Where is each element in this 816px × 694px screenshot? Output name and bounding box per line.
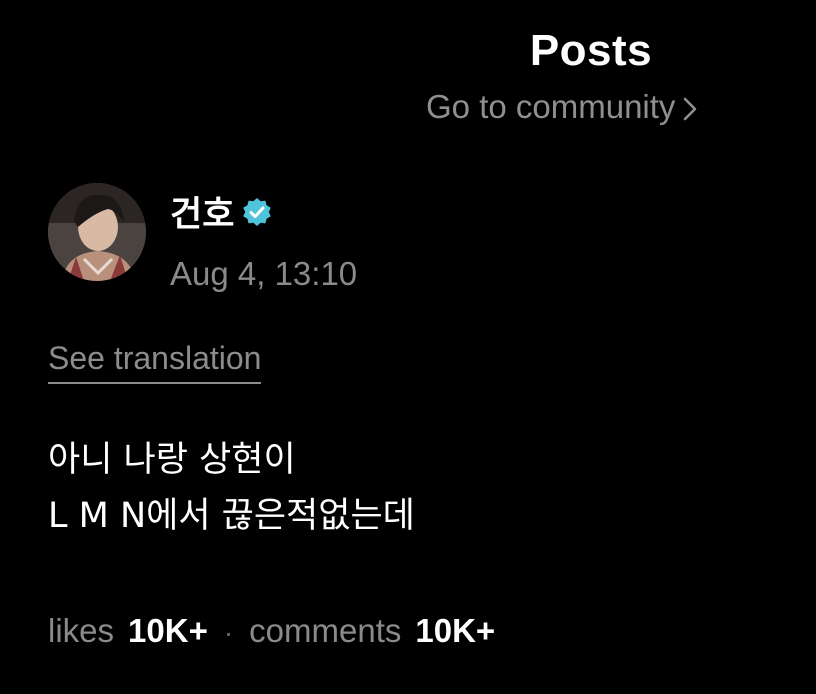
chevron-right-icon xyxy=(684,97,697,120)
comments-count: 10K+ xyxy=(415,612,496,649)
likes-stat[interactable]: likes 10K+ xyxy=(48,612,208,650)
post-body: 아니 나랑 상현이 L M N에서 끊은적없는데 xyxy=(48,432,415,544)
avatar[interactable] xyxy=(48,183,146,281)
verified-badge-icon xyxy=(243,197,272,226)
avatar-image xyxy=(48,183,146,281)
go-to-community-label: Go to community xyxy=(426,88,676,125)
post-line: 아니 나랑 상현이 xyxy=(48,440,296,480)
stats-separator: · xyxy=(223,617,234,648)
page-title: Posts xyxy=(529,26,653,75)
see-translation-link[interactable]: See translation xyxy=(48,340,262,384)
likes-label: likes xyxy=(48,612,115,649)
likes-count: 10K+ xyxy=(128,612,208,649)
post-stats: likes 10K+ · comments 10K+ xyxy=(48,612,495,650)
author-name[interactable]: 건호 xyxy=(170,186,234,237)
post-timestamp: Aug 4, 13:10 xyxy=(170,255,358,292)
comments-stat[interactable]: comments 10K+ xyxy=(249,612,495,650)
comments-label: comments xyxy=(249,612,402,649)
post-author: 건호 Aug 4, 13:10 xyxy=(48,183,357,293)
go-to-community-link[interactable]: Go to community xyxy=(426,88,697,126)
post-line: L M N에서 끊은적없는데 xyxy=(48,496,415,536)
